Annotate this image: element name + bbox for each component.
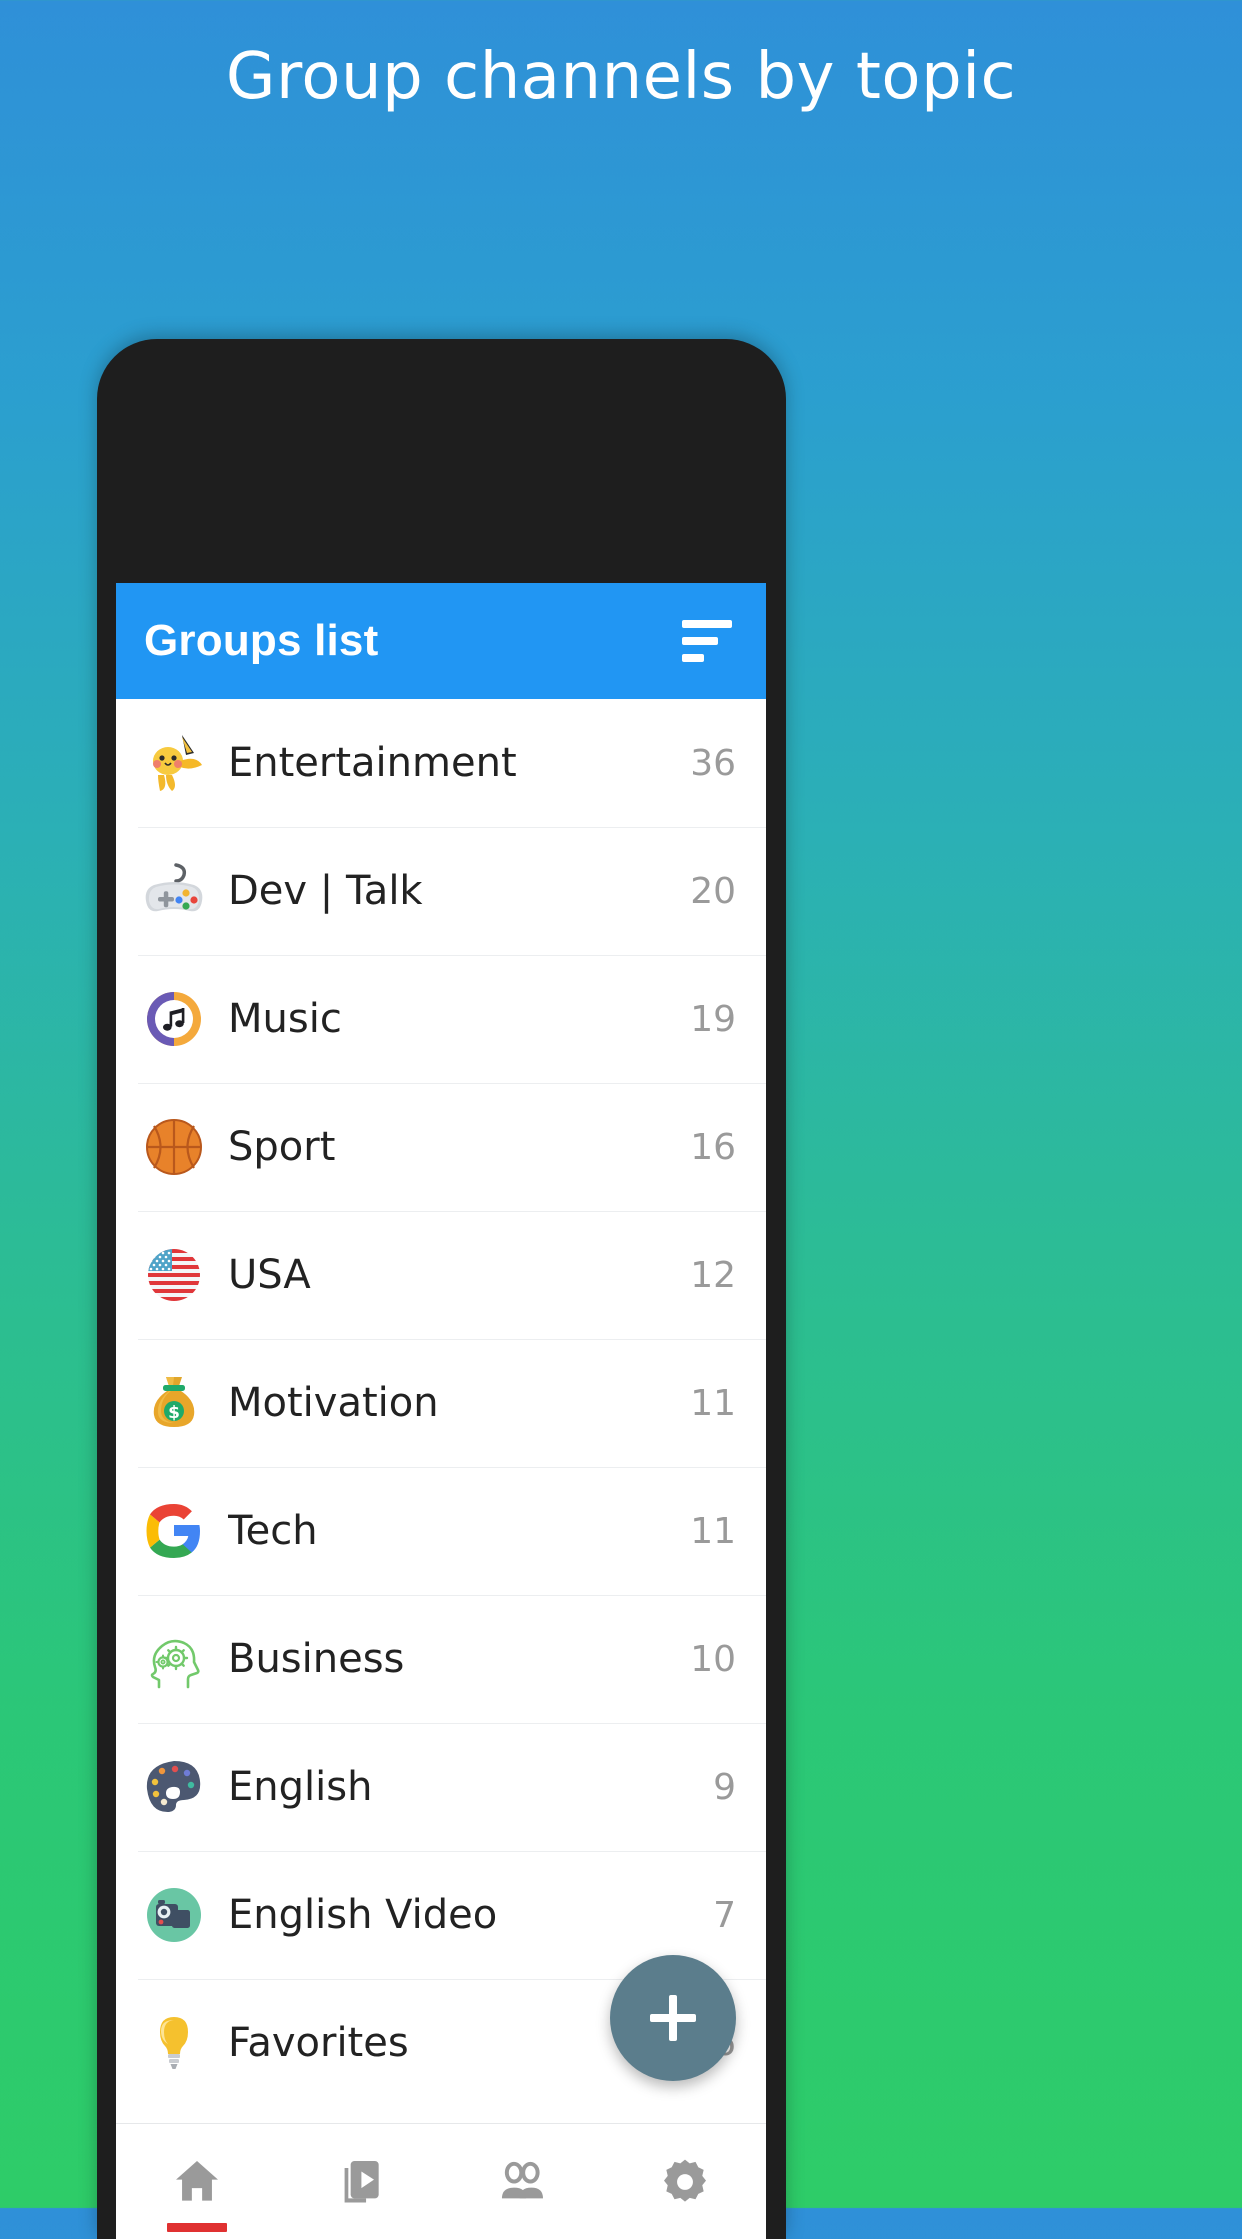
promo-headline: Group channels by topic: [0, 0, 1242, 200]
phone-mockup-frame: Groups list: [97, 339, 786, 2239]
people-icon: [494, 2154, 550, 2210]
list-item-label: English Video: [228, 1892, 682, 1938]
list-item-count: 9: [682, 1767, 736, 1808]
usa-flag-icon: [138, 1239, 210, 1311]
svg-text:$: $: [168, 1403, 180, 1423]
list-item-count: 19: [682, 999, 736, 1040]
list-item-label: English: [228, 1764, 682, 1810]
list-item[interactable]: USA 12: [116, 1211, 766, 1339]
list-item[interactable]: Music 19: [116, 955, 766, 1083]
list-item-label: Business: [228, 1636, 682, 1682]
music-note-icon: [138, 983, 210, 1055]
plus-icon: [650, 1995, 696, 2041]
list-item-count: 12: [682, 1255, 736, 1296]
sort-icon[interactable]: [682, 620, 732, 662]
add-group-button[interactable]: [610, 1955, 736, 2081]
list-item-label: Dev | Talk: [228, 868, 682, 914]
head-gears-icon: [138, 1623, 210, 1695]
google-g-icon: [138, 1495, 210, 1567]
list-item[interactable]: Entertainment 36: [116, 699, 766, 827]
list-item[interactable]: Sport 16: [116, 1083, 766, 1211]
groups-list[interactable]: Entertainment 36: [116, 699, 766, 2107]
list-item-label: Motivation: [228, 1380, 682, 1426]
list-item-count: 11: [682, 1383, 736, 1424]
nav-item-home[interactable]: [116, 2124, 279, 2239]
list-item-label: USA: [228, 1252, 682, 1298]
money-bag-icon: $: [138, 1367, 210, 1439]
light-bulb-icon: [138, 2007, 210, 2079]
list-item-label: Entertainment: [228, 740, 682, 786]
list-item-count: 16: [682, 1127, 736, 1168]
artist-palette-icon: [138, 1751, 210, 1823]
game-controller-icon: [138, 855, 210, 927]
list-item[interactable]: English 9: [116, 1723, 766, 1851]
list-item-count: 10: [682, 1639, 736, 1680]
pikachu-icon: [138, 727, 210, 799]
list-item[interactable]: Tech 11: [116, 1467, 766, 1595]
list-item-label: Sport: [228, 1124, 682, 1170]
list-item-label: Music: [228, 996, 682, 1042]
basketball-icon: [138, 1111, 210, 1183]
nav-item-settings[interactable]: [604, 2124, 767, 2239]
list-item[interactable]: Business 10: [116, 1595, 766, 1723]
sort-icon-bar-2: [682, 637, 718, 645]
nav-item-video[interactable]: [279, 2124, 442, 2239]
video-camera-icon: [138, 1879, 210, 1951]
list-item-count: 20: [682, 871, 736, 912]
list-item-label: Tech: [228, 1508, 682, 1554]
page-title: Groups list: [144, 616, 378, 666]
list-item-count: 11: [682, 1511, 736, 1552]
list-item[interactable]: Dev | Talk 20: [116, 827, 766, 955]
list-item-count: 7: [682, 1895, 736, 1936]
nav-item-people[interactable]: [441, 2124, 604, 2239]
video-icon: [332, 2154, 388, 2210]
sort-icon-bar-3: [682, 654, 704, 662]
active-tab-indicator: [167, 2223, 227, 2232]
phone-screen: Groups list: [116, 583, 766, 2239]
home-icon: [169, 2154, 225, 2210]
list-item-count: 36: [682, 743, 736, 784]
bottom-navigation: [116, 2123, 766, 2239]
app-bar: Groups list: [116, 583, 766, 699]
list-item[interactable]: $ Motivation 11: [116, 1339, 766, 1467]
gear-icon: [657, 2154, 713, 2210]
sort-icon-bar-1: [682, 620, 732, 628]
